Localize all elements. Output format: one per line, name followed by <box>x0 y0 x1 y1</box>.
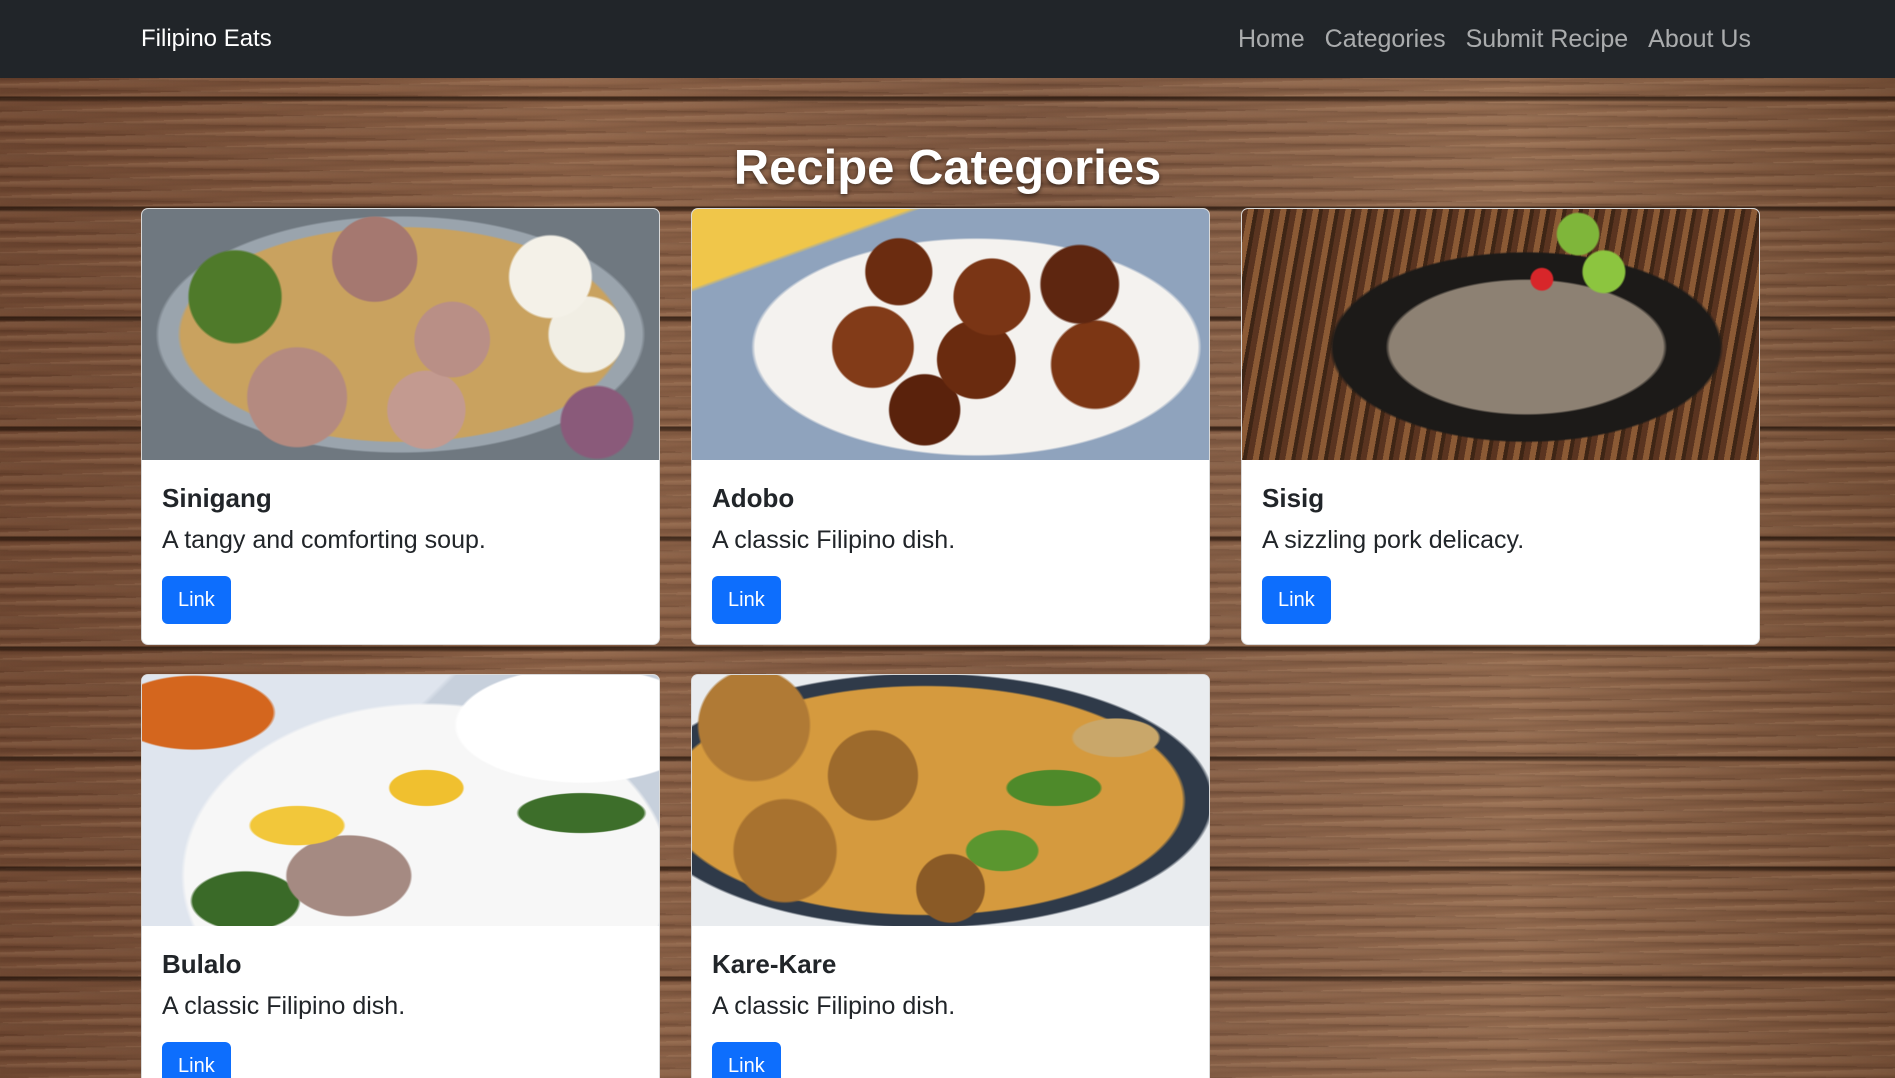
page-title: Recipe Categories <box>733 141 1162 195</box>
nav-link-home[interactable]: Home <box>1228 24 1315 54</box>
sinigang-link-button[interactable]: Link <box>162 576 231 624</box>
card-title: Sisig <box>1262 483 1325 513</box>
sinigang-photo <box>142 209 659 460</box>
nav-link-submit-recipe[interactable]: Submit Recipe <box>1456 24 1639 54</box>
card-text: A classic Filipino dish. <box>712 992 956 1020</box>
recipe-card-sisig: Sisig A sizzling pork delicacy. Link <box>1241 208 1760 645</box>
bulalo-link-button[interactable]: Link <box>162 1042 231 1078</box>
nav-links: Home Categories Submit Recipe About Us <box>1228 24 1751 54</box>
kare-kare-link-button[interactable]: Link <box>712 1042 781 1078</box>
adobo-link-button[interactable]: Link <box>712 576 781 624</box>
card-body: Adobo A classic Filipino dish. Link <box>692 460 1209 644</box>
card-text: A classic Filipino dish. <box>162 992 406 1020</box>
card-body: Bulalo A classic Filipino dish. Link <box>142 926 659 1078</box>
card-body: Kare-Kare A classic Filipino dish. Link <box>692 926 1209 1078</box>
card-body: Sinigang A tangy and comforting soup. Li… <box>142 460 659 644</box>
recipe-card-bulalo: Bulalo A classic Filipino dish. Link <box>141 674 660 1078</box>
sisig-link-button[interactable]: Link <box>1262 576 1331 624</box>
card-title: Adobo <box>712 483 795 513</box>
nav-link-categories[interactable]: Categories <box>1315 24 1456 54</box>
card-title: Bulalo <box>162 949 242 979</box>
kare-kare-photo <box>692 675 1209 926</box>
card-text: A classic Filipino dish. <box>712 526 956 554</box>
nav-link-about-us[interactable]: About Us <box>1638 24 1751 54</box>
card-body: Sisig A sizzling pork delicacy. Link <box>1242 460 1759 644</box>
bulalo-photo <box>142 675 659 926</box>
recipe-card-kare-kare: Kare-Kare A classic Filipino dish. Link <box>691 674 1210 1078</box>
brand-link[interactable]: Filipino Eats <box>141 24 272 54</box>
card-text: A tangy and comforting soup. <box>162 526 486 554</box>
recipe-card-adobo: Adobo A classic Filipino dish. Link <box>691 208 1210 645</box>
top-navbar: Filipino Eats Home Categories Submit Rec… <box>0 0 1895 78</box>
card-text: A sizzling pork delicacy. <box>1262 526 1525 554</box>
adobo-photo <box>692 209 1209 460</box>
card-title: Kare-Kare <box>712 949 837 979</box>
recipe-card-sinigang: Sinigang A tangy and comforting soup. Li… <box>141 208 660 645</box>
sisig-photo <box>1242 209 1759 460</box>
card-title: Sinigang <box>162 483 272 513</box>
